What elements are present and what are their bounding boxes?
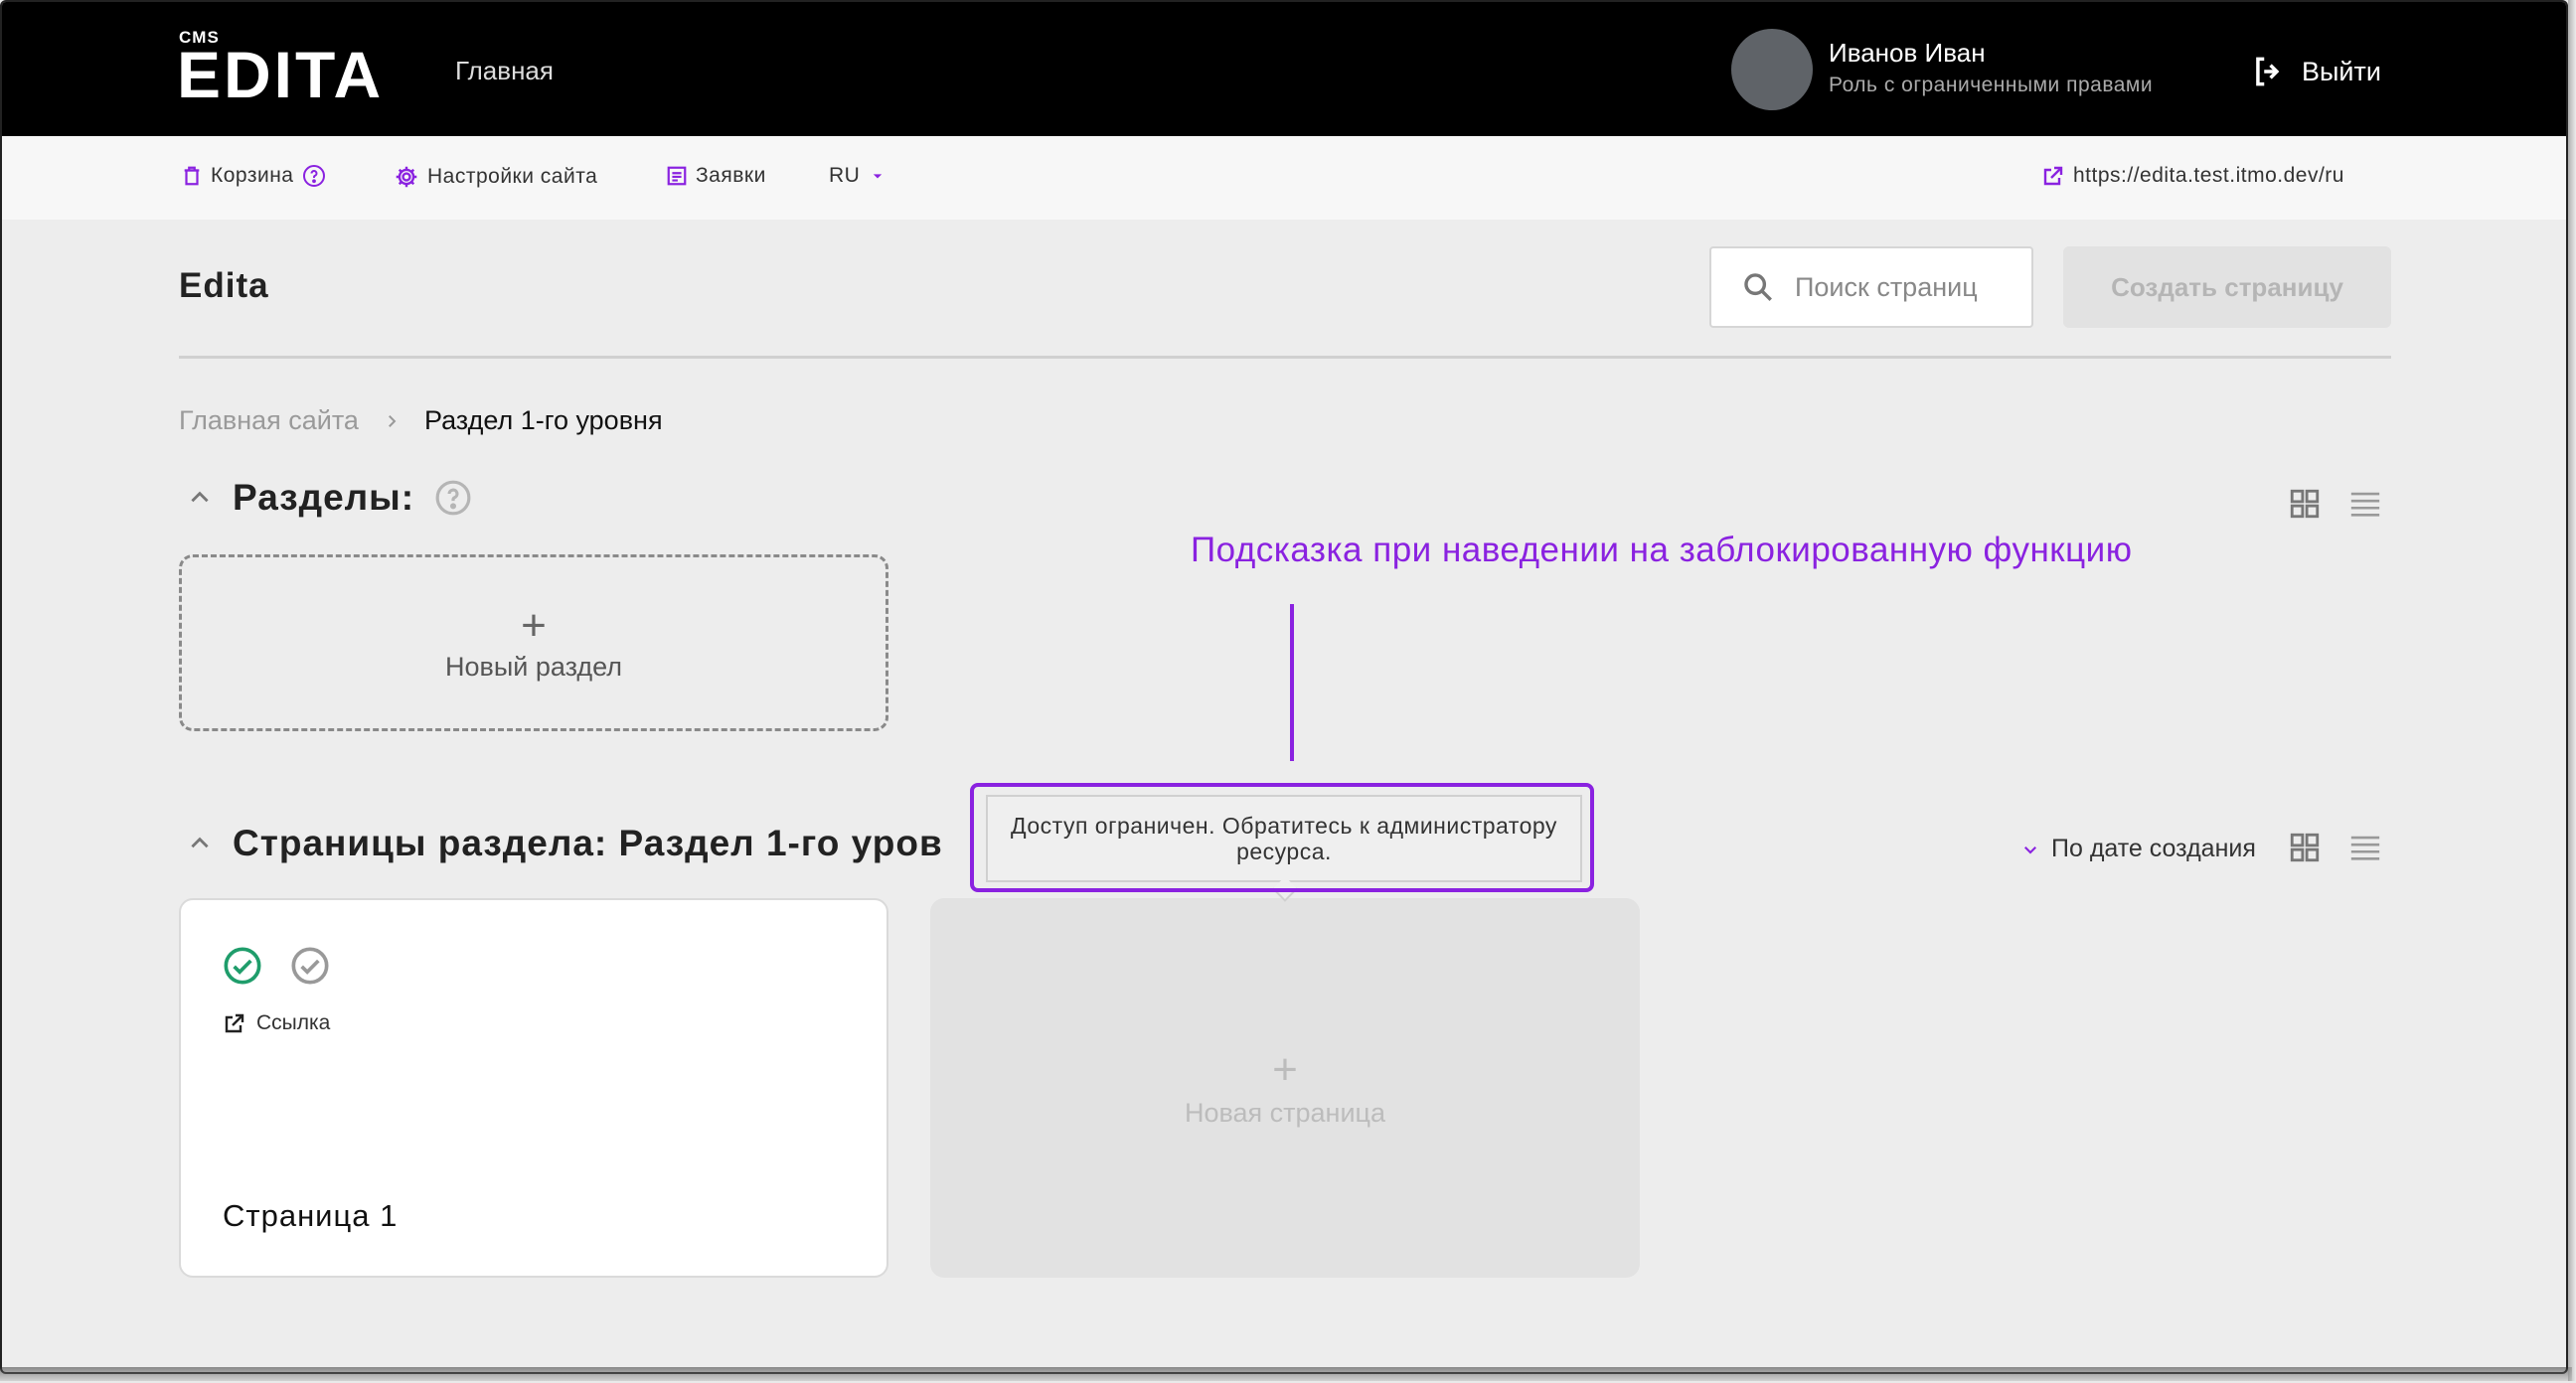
site-url-link[interactable]: https://edita.test.itmo.dev/ru (2041, 164, 2344, 188)
status-check-icon (291, 947, 329, 985)
logo[interactable]: EDITA (177, 42, 384, 107)
user-name: Иванов Иван (1829, 38, 1986, 68)
list-view-icon[interactable] (2347, 831, 2383, 864)
annotation-caption: Подсказка при наведении на заблокированн… (1191, 531, 2133, 569)
search-icon (1744, 273, 1772, 301)
help-icon[interactable] (434, 479, 472, 517)
logout-button[interactable]: Выйти (2250, 52, 2381, 91)
site-toolbar: Корзина Настройки сайта Заявки RU https:… (2, 136, 2566, 220)
external-link-icon (2043, 166, 2063, 186)
new-section-label: Новый раздел (445, 651, 622, 682)
sections-view-toggle (2288, 487, 2383, 521)
nav-home-link[interactable]: Главная (455, 56, 554, 86)
requests-label: Заявки (696, 164, 766, 187)
search-placeholder: Поиск страниц (1795, 271, 1978, 302)
logout-icon (2256, 57, 2280, 86)
new-section-button[interactable]: + Новый раздел (179, 554, 888, 731)
trash-icon (184, 166, 200, 186)
search-input[interactable]: Поиск страниц (1709, 246, 2033, 328)
language-value: RU (829, 164, 861, 187)
sort-label: По дате создания (2051, 835, 2256, 862)
site-settings-link[interactable]: Настройки сайта (394, 164, 597, 190)
top-bar: CMS EDITA Главная Иванов Иван Роль с огр… (2, 2, 2566, 136)
chevron-up-icon[interactable] (187, 485, 213, 511)
gear-icon (396, 166, 417, 188)
breadcrumb-current: Раздел 1-го уровня (423, 405, 663, 435)
avatar[interactable] (1731, 29, 1813, 110)
pages-header: Страницы раздела: Раздел 1-го уров (187, 823, 943, 864)
external-link-icon (225, 1013, 244, 1033)
pages-title: Страницы раздела: Раздел 1-го уров (233, 823, 943, 863)
app-window: CMS EDITA Главная Иванов Иван Роль с огр… (0, 0, 2568, 1374)
pages-view-toggle (2288, 831, 2383, 864)
new-page-button[interactable]: + Новая страница (930, 898, 1640, 1278)
chevron-up-icon[interactable] (187, 831, 213, 856)
sections-title: Разделы: (233, 477, 415, 518)
plus-icon: + (1272, 1044, 1298, 1094)
trash-link[interactable]: Корзина (181, 164, 326, 188)
annotation-pointer-line (1290, 604, 1294, 761)
window-shadow-bottom (0, 1367, 2572, 1381)
language-select[interactable]: RU (829, 164, 887, 188)
breadcrumb: Главная сайта Раздел 1-го уровня (179, 405, 663, 436)
page-card-title: Страница 1 (223, 1198, 399, 1233)
requests-icon (667, 166, 687, 186)
sort-select[interactable]: По дате создания (2021, 835, 2256, 863)
user-role: Роль с ограниченными правами (1829, 74, 2154, 96)
plus-icon: + (521, 600, 547, 650)
grid-view-icon[interactable] (2288, 487, 2322, 521)
header-divider (179, 356, 2391, 359)
published-check-icon (224, 947, 261, 985)
site-settings-label: Настройки сайта (427, 165, 598, 188)
window-shadow-right (2568, 0, 2576, 1381)
logout-label: Выйти (2302, 56, 2381, 86)
annotation-highlight-frame (970, 783, 1594, 892)
create-page-button[interactable]: Создать страницу (2063, 246, 2391, 328)
page-link[interactable]: Ссылка (223, 1011, 330, 1035)
site-url: https://edita.test.itmo.dev/ru (2073, 164, 2344, 187)
caret-down-icon (874, 174, 883, 179)
sections-header: Разделы: (187, 477, 472, 519)
grid-view-icon[interactable] (2288, 831, 2322, 864)
requests-link[interactable]: Заявки (666, 164, 766, 188)
breadcrumb-home[interactable]: Главная сайта (179, 405, 359, 436)
page-link-label: Ссылка (256, 1011, 331, 1034)
help-icon[interactable] (302, 164, 326, 188)
page-title: Edita (179, 266, 269, 305)
new-page-label: Новая страница (1184, 1097, 1386, 1128)
chevron-right-icon (389, 414, 397, 427)
trash-label: Корзина (211, 164, 294, 187)
list-view-icon[interactable] (2347, 487, 2383, 521)
chevron-down-icon (2024, 845, 2036, 853)
page-card[interactable]: Ссылка Страница 1 (179, 898, 888, 1278)
